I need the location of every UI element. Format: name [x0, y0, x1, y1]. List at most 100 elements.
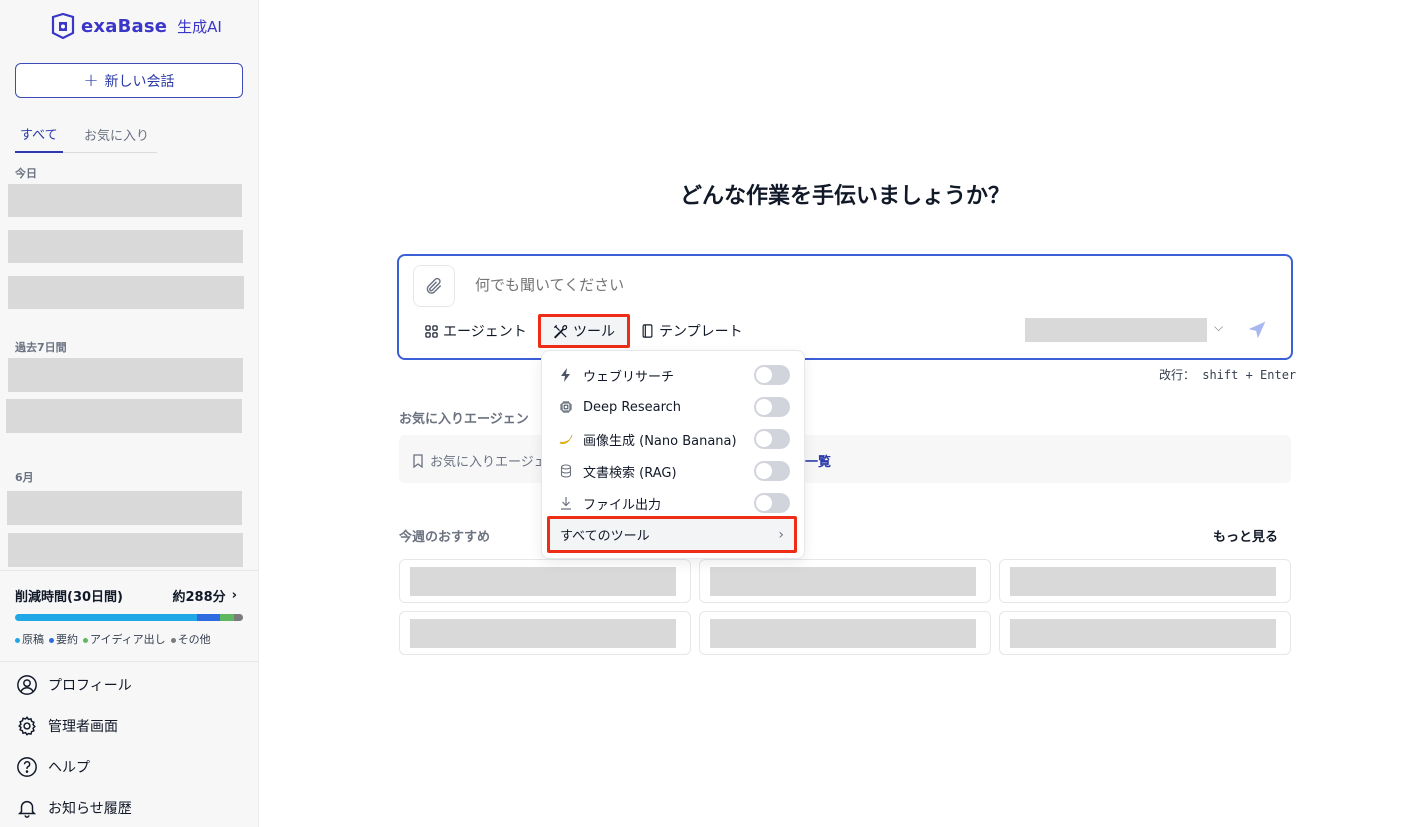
tool-item-web-research[interactable]: ウェブリサーチ: [558, 359, 790, 391]
new-chat-label: 新しい会話: [104, 73, 175, 90]
tools-icon: [553, 324, 568, 338]
tool-label: ファイル出力: [583, 497, 662, 513]
profile-menu-item[interactable]: プロフィール: [16, 674, 132, 696]
history-item[interactable]: [8, 276, 244, 309]
bell-icon: [17, 800, 37, 818]
admin-label: 管理者画面: [48, 719, 118, 735]
template-label: テンプレート: [659, 324, 743, 340]
tool-toggle[interactable]: [754, 461, 790, 481]
recommend-label: 今週のおすすめ: [399, 530, 491, 545]
banana-icon: [558, 431, 574, 447]
card-placeholder: [710, 619, 976, 648]
section-past7: 過去7日間: [15, 341, 67, 354]
tool-item-rag[interactable]: 文書検索 (RAG): [558, 455, 790, 487]
send-icon[interactable]: [1247, 320, 1267, 340]
history-item[interactable]: [7, 491, 242, 525]
history-item[interactable]: [8, 184, 242, 217]
help-label: ヘルプ: [48, 760, 90, 776]
more-link[interactable]: もっと見る: [1213, 526, 1278, 545]
recommend-card[interactable]: [699, 559, 991, 603]
card-placeholder: [1010, 619, 1276, 648]
legend-item: 原稿: [15, 631, 44, 647]
time-saved-value: 約288分: [172, 590, 226, 605]
card-placeholder: [410, 619, 676, 648]
notebook-icon: [642, 324, 653, 338]
card-placeholder: [1010, 567, 1276, 596]
tab-all[interactable]: すべて: [15, 115, 63, 153]
history-item[interactable]: [6, 399, 242, 433]
favorites-empty-text: お気に入りエージェ: [412, 451, 547, 470]
gear-icon: [18, 716, 36, 736]
download-icon: [558, 495, 574, 511]
chevron-right-icon: ›: [778, 526, 784, 543]
tools-dropdown: ウェブリサーチ Deep Research 画像生成 (Nano Banana): [541, 350, 805, 559]
model-selector[interactable]: [1025, 318, 1207, 342]
time-saved-bar: [15, 614, 243, 621]
recommend-card[interactable]: [399, 559, 691, 603]
logo[interactable]: exaBase 生成AI: [51, 12, 222, 40]
user-circle-icon: [17, 675, 37, 695]
agent-button[interactable]: エージェント: [425, 314, 527, 348]
tool-toggle[interactable]: [754, 397, 790, 417]
help-circle-icon: [17, 757, 37, 777]
plus-icon: +: [83, 69, 99, 91]
tool-toggle[interactable]: [754, 365, 790, 385]
brand-sub: 生成AI: [177, 17, 222, 36]
time-saved-legend: 原稿 要約 アイディア出し その他: [15, 631, 211, 647]
app-root: exaBase 生成AI + 新しい会話 すべて お気に入り 今日 過去7日間 …: [0, 0, 1428, 827]
legend-label: アイディア出し: [90, 633, 166, 646]
all-tools-button[interactable]: すべてのツール ›: [547, 516, 797, 553]
tools-button[interactable]: ツール: [538, 314, 630, 348]
tool-toggle[interactable]: [754, 493, 790, 513]
legend-dot: [49, 637, 54, 643]
chevron-down-icon[interactable]: ⌵: [1214, 320, 1223, 335]
favorites-list-link[interactable]: 一覧: [805, 451, 831, 470]
tools-label: ツール: [573, 324, 615, 340]
history-item[interactable]: [8, 230, 243, 263]
help-menu-item[interactable]: ヘルプ: [16, 756, 90, 778]
admin-menu-item[interactable]: 管理者画面: [16, 715, 118, 737]
tool-toggle[interactable]: [754, 429, 790, 449]
time-saved-bar-segment: [197, 614, 221, 621]
tool-item-deep-research[interactable]: Deep Research: [558, 391, 790, 423]
new-chat-button[interactable]: + 新しい会話: [15, 63, 243, 98]
favorites-text: お気に入りエージェ: [430, 455, 547, 470]
legend-dot: [83, 637, 88, 643]
recommend-card[interactable]: [399, 611, 691, 655]
section-today: 今日: [15, 167, 37, 180]
tool-label: ウェブリサーチ: [583, 369, 675, 385]
section-june: 6月: [15, 471, 34, 484]
legend-label: 原稿: [22, 633, 44, 646]
template-button[interactable]: テンプレート: [641, 314, 743, 348]
tab-favorites[interactable]: お気に入り: [79, 115, 154, 153]
notifications-label: お知らせ履歴: [48, 801, 132, 817]
agent-label: エージェント: [443, 324, 527, 340]
newline-hint: 改行： shift + Enter: [1159, 368, 1297, 382]
time-saved-panel[interactable]: 削減時間(30日間) 約288分 › 原稿 要約 アイディア出し その他: [0, 570, 259, 662]
recommend-card[interactable]: [699, 611, 991, 655]
bookmark-icon: [413, 453, 423, 468]
sidebar: exaBase 生成AI + 新しい会話 すべて お気に入り 今日 過去7日間 …: [0, 0, 259, 827]
history-item[interactable]: [8, 358, 243, 392]
tool-label: Deep Research: [583, 399, 682, 415]
all-tools-label: すべてのツール: [560, 529, 650, 544]
history-item[interactable]: [8, 533, 243, 567]
time-saved-title: 削減時間(30日間): [15, 590, 123, 605]
card-placeholder: [410, 567, 676, 596]
legend-item: その他: [170, 631, 211, 647]
time-saved-bar-segment: [15, 614, 198, 621]
legend-dot: [15, 637, 20, 643]
chat-input[interactable]: [475, 276, 1075, 294]
favorites-section-label: お気に入りエージェン: [399, 412, 529, 427]
recommend-card[interactable]: [999, 559, 1291, 603]
notifications-menu-item[interactable]: お知らせ履歴: [16, 797, 132, 819]
time-saved-bar-segment: [220, 614, 234, 621]
tool-item-image-gen[interactable]: 画像生成 (Nano Banana): [558, 423, 790, 455]
recommend-card[interactable]: [999, 611, 1291, 655]
time-saved-value-wrap: 約288分 ›: [173, 586, 238, 605]
tool-item-file-output[interactable]: ファイル出力: [558, 487, 790, 519]
attach-button[interactable]: [413, 265, 455, 307]
chevron-right-icon: ›: [231, 588, 237, 603]
page-title: どんな作業を手伝いましょうか？: [679, 184, 1010, 209]
tool-label: 画像生成 (Nano Banana): [583, 433, 737, 449]
